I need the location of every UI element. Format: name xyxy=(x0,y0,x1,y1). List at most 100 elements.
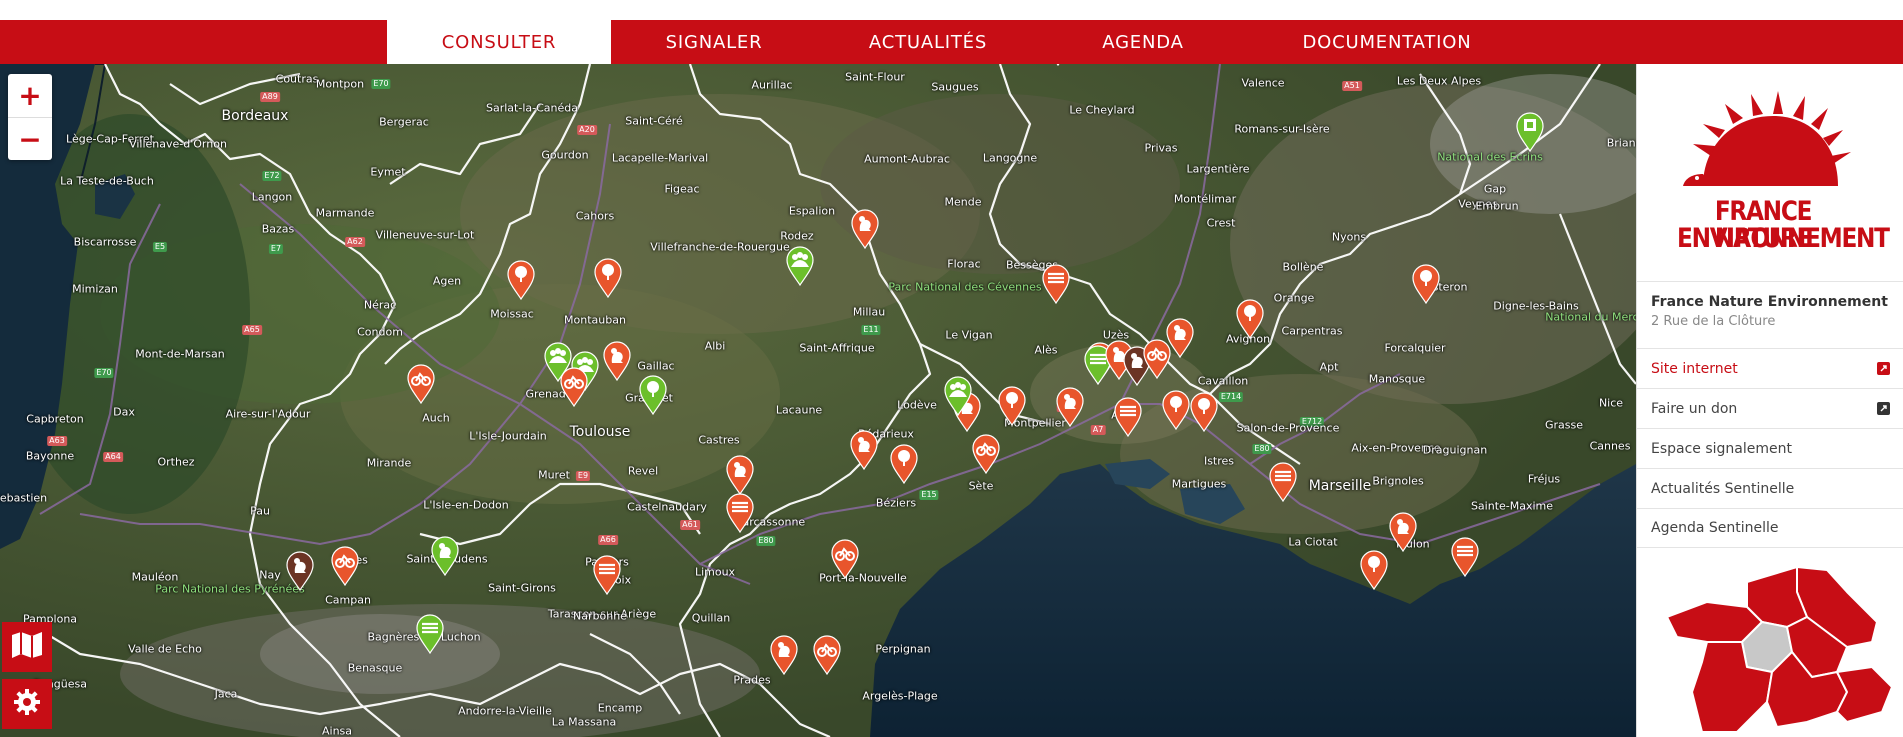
city-label: Campan xyxy=(325,593,371,607)
report-marker-squirrel[interactable] xyxy=(850,209,880,249)
tab-consulter[interactable]: CONSULTER xyxy=(387,20,611,64)
city-label: Revel xyxy=(627,464,659,478)
report-marker-bike[interactable] xyxy=(559,367,589,407)
waves-icon xyxy=(1114,397,1142,437)
report-marker-bike[interactable] xyxy=(406,364,436,404)
report-marker-tree[interactable] xyxy=(638,375,668,415)
report-marker-waves[interactable] xyxy=(592,555,622,595)
report-marker-tree[interactable] xyxy=(1359,550,1389,590)
report-marker-tree[interactable] xyxy=(1411,264,1441,304)
report-marker-waves[interactable] xyxy=(415,614,445,654)
squirrel-icon xyxy=(770,635,798,675)
link-label: Espace signalement xyxy=(1651,440,1793,457)
report-marker-waves[interactable] xyxy=(1268,462,1298,502)
city-label: Saint-Affrique xyxy=(799,341,875,355)
road-label: E80 xyxy=(756,536,776,546)
zoom-in-button[interactable]: + xyxy=(8,74,52,117)
report-marker-drop[interactable] xyxy=(1043,64,1073,66)
zoom-out-button[interactable]: − xyxy=(8,117,52,160)
report-marker-people[interactable] xyxy=(785,246,815,286)
satellite-map[interactable]: A89 E70 A20 E72 A62 E7 E5 A65 E70 A63 A6… xyxy=(0,64,1636,737)
city-label: Largentière xyxy=(1186,162,1250,176)
report-marker-waves[interactable] xyxy=(1113,397,1143,437)
city-label: Sebastien xyxy=(0,491,48,505)
city-label: Nyons xyxy=(1331,230,1367,244)
report-marker-bike[interactable] xyxy=(330,546,360,586)
city-label: Nice xyxy=(1598,396,1624,410)
tab-documentation[interactable]: DOCUMENTATION xyxy=(1247,20,1527,64)
report-marker-waves[interactable] xyxy=(725,493,755,533)
report-marker-waves[interactable] xyxy=(1041,264,1071,304)
city-label: Condom xyxy=(357,325,403,339)
city-label: Valle de Echo xyxy=(128,642,202,656)
city-label: Aumont-Aubrac xyxy=(864,152,950,166)
report-marker-squirrel[interactable] xyxy=(1165,318,1195,358)
report-marker-squirrel[interactable] xyxy=(602,341,632,381)
report-marker-squirrel[interactable] xyxy=(1388,512,1418,552)
report-marker-flag[interactable] xyxy=(1515,112,1545,152)
city-label: Cavaillon xyxy=(1197,374,1249,388)
city-label: L'Isle-en-Dodon xyxy=(423,498,509,512)
tab-actualites[interactable]: ACTUALITÉS xyxy=(817,20,1039,64)
report-marker-squirrel[interactable] xyxy=(849,430,879,470)
city-label: Jaca xyxy=(214,687,238,701)
fne-logo[interactable]: FRANCE NATURE ENVIRONNEMENT xyxy=(1663,86,1890,261)
road-label: A20 xyxy=(577,125,597,135)
agenda-sentinelle-link[interactable]: Agenda Sentinelle xyxy=(1637,508,1903,548)
report-marker-tree[interactable] xyxy=(1161,390,1191,430)
top-strip xyxy=(0,0,1903,20)
road-label: E7 xyxy=(268,244,284,254)
report-marker-people[interactable] xyxy=(943,376,973,416)
city-label: Andorre-la-Vieille xyxy=(458,704,552,718)
city-label: Mende xyxy=(944,195,982,209)
tab-signaler[interactable]: SIGNALER xyxy=(611,20,817,64)
road-label: A61 xyxy=(680,520,700,530)
faire-un-don-link[interactable]: Faire un don xyxy=(1637,388,1903,428)
drop-icon xyxy=(1056,64,1060,66)
report-marker-squirrel[interactable] xyxy=(1055,387,1085,427)
report-marker-tree[interactable] xyxy=(506,260,536,300)
link-label: Site internet xyxy=(1651,360,1738,377)
france-regions-map[interactable] xyxy=(1647,562,1897,737)
espace-signalement-link[interactable]: Espace signalement xyxy=(1637,428,1903,468)
report-marker-squirrel[interactable] xyxy=(430,536,460,576)
report-marker-tree[interactable] xyxy=(593,258,623,298)
city-label: Albi xyxy=(704,339,726,353)
report-marker-bike[interactable] xyxy=(971,434,1001,474)
city-label: Marseille xyxy=(1308,478,1372,494)
settings-button[interactable] xyxy=(2,679,52,729)
city-label: Narbonne xyxy=(573,609,627,623)
report-marker-tree[interactable] xyxy=(1189,392,1219,432)
city-label: Montauban xyxy=(564,313,626,327)
report-marker-tree[interactable] xyxy=(889,444,919,484)
report-marker-squirrel[interactable] xyxy=(769,635,799,675)
org-address: 2 Rue de la Clôture xyxy=(1651,314,1776,329)
city-label: Argelès-Plage xyxy=(862,689,938,703)
report-marker-squirrel[interactable] xyxy=(285,551,315,591)
road-label: A62 xyxy=(345,237,365,247)
city-label: Draguignan xyxy=(1422,443,1488,457)
city-label: Moissac xyxy=(490,307,534,321)
actualites-sentinelle-link[interactable]: Actualités Sentinelle xyxy=(1637,468,1903,508)
people-icon xyxy=(786,246,814,286)
city-label: Briançon xyxy=(1606,136,1636,150)
report-marker-bike[interactable] xyxy=(830,539,860,579)
site-internet-link[interactable]: Site internet xyxy=(1637,348,1903,388)
city-label: La Teste-de-Buch xyxy=(60,174,154,188)
region-shape xyxy=(1836,666,1893,723)
report-marker-waves[interactable] xyxy=(1450,537,1480,577)
city-label: Encamp xyxy=(597,701,643,715)
city-label: Mont-de-Marsan xyxy=(135,347,225,361)
report-marker-bike[interactable] xyxy=(812,635,842,675)
city-label: Apt xyxy=(1319,360,1339,374)
tab-agenda[interactable]: AGENDA xyxy=(1039,20,1247,64)
city-label: Embrun xyxy=(1475,199,1519,213)
tree-icon xyxy=(1236,299,1264,339)
city-label: Romans-sur-Isère xyxy=(1234,122,1330,136)
tree-icon xyxy=(1162,390,1190,430)
report-marker-tree[interactable] xyxy=(997,386,1027,426)
city-label: Dax xyxy=(113,405,135,419)
map-layers-button[interactable] xyxy=(2,622,52,672)
report-marker-squirrel[interactable] xyxy=(725,455,755,495)
report-marker-tree[interactable] xyxy=(1235,299,1265,339)
